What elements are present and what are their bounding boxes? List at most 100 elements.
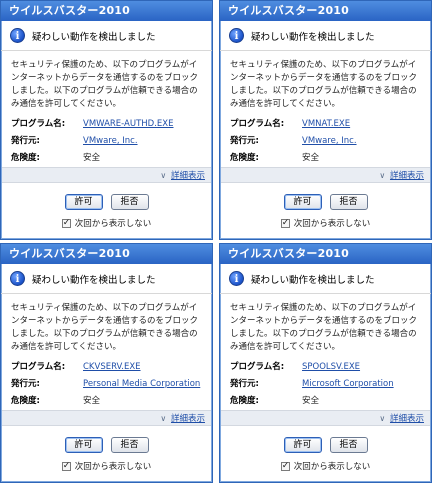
- program-label: プログラム名:: [11, 119, 66, 129]
- chevron-down-icon: ∨: [379, 171, 386, 180]
- risk-value: 安全: [302, 153, 320, 163]
- publisher-row: 発行元: Personal Media Corporation: [11, 376, 204, 393]
- alert-header: i 疑わしい動作を検出しました: [220, 264, 431, 294]
- dialog-title: ウイルスバスター2010: [220, 244, 431, 264]
- details-link[interactable]: 詳細表示: [171, 414, 205, 424]
- checkbox-checked-icon[interactable]: ✓: [280, 218, 290, 228]
- program-row: プログラム名: CKVSERV.EXE: [11, 359, 204, 376]
- publisher-label: 発行元:: [230, 136, 259, 146]
- publisher-label: 発行元:: [230, 379, 259, 389]
- publisher-link[interactable]: Microsoft Corporation: [302, 378, 394, 391]
- details-bar[interactable]: ∨ 詳細表示: [2, 410, 211, 426]
- dont-show-checkbox-row[interactable]: ✓ 次回から表示しない: [220, 217, 431, 229]
- dont-show-checkbox-row[interactable]: ✓ 次回から表示しない: [1, 217, 212, 229]
- button-row: 許可 拒否: [1, 194, 212, 210]
- dialog-body: セキュリティ保護のため、以下のプログラムがインターネットからデータを通信するのを…: [220, 51, 431, 167]
- publisher-label: 発行元:: [11, 379, 40, 389]
- button-row: 許可 拒否: [1, 437, 212, 453]
- risk-label: 危険度:: [230, 153, 259, 163]
- risk-row: 危険度: 安全: [230, 150, 423, 167]
- risk-label: 危険度:: [11, 153, 40, 163]
- checkbox-checked-icon[interactable]: ✓: [61, 461, 71, 471]
- dialog-title: ウイルスバスター2010: [1, 1, 212, 21]
- dialog-body: セキュリティ保護のため、以下のプログラムがインターネットからデータを通信するのを…: [1, 51, 212, 167]
- risk-row: 危険度: 安全: [11, 150, 204, 167]
- risk-value: 安全: [83, 153, 101, 163]
- checkbox-checked-icon[interactable]: ✓: [61, 218, 71, 228]
- chevron-down-icon: ∨: [160, 414, 167, 423]
- program-label: プログラム名:: [11, 362, 66, 372]
- risk-value: 安全: [83, 396, 101, 406]
- details-bar[interactable]: ∨ 詳細表示: [221, 167, 430, 183]
- dont-show-checkbox-row[interactable]: ✓ 次回から表示しない: [220, 460, 431, 472]
- info-icon: i: [10, 271, 25, 286]
- publisher-row: 発行元: VMware, Inc.: [230, 133, 423, 150]
- alert-text: 疑わしい動作を検出しました: [251, 31, 375, 43]
- message-text: セキュリティ保護のため、以下のプログラムがインターネットからデータを通信するのを…: [11, 303, 199, 352]
- security-alert-dialog: ウイルスバスター2010 i 疑わしい動作を検出しました セキュリティ保護のため…: [219, 243, 432, 483]
- allow-button[interactable]: 許可: [283, 194, 322, 210]
- details-link[interactable]: 詳細表示: [171, 171, 205, 181]
- alert-text: 疑わしい動作を検出しました: [32, 31, 156, 43]
- publisher-row: 発行元: Microsoft Corporation: [230, 376, 423, 393]
- dialog-body: セキュリティ保護のため、以下のプログラムがインターネットからデータを通信するのを…: [1, 294, 212, 410]
- program-row: プログラム名: VMWARE-AUTHD.EXE: [11, 116, 204, 133]
- deny-button[interactable]: 拒否: [329, 437, 368, 453]
- program-link[interactable]: CKVSERV.EXE: [83, 361, 141, 374]
- details-link[interactable]: 詳細表示: [390, 414, 424, 424]
- program-link[interactable]: VMNAT.EXE: [302, 118, 350, 131]
- program-label: プログラム名:: [230, 119, 285, 129]
- dialog-grid: ウイルスバスター2010 i 疑わしい動作を検出しました セキュリティ保護のため…: [0, 0, 434, 486]
- button-row: 許可 拒否: [220, 437, 431, 453]
- info-icon: i: [229, 28, 244, 43]
- details-link[interactable]: 詳細表示: [390, 171, 424, 181]
- alert-header: i 疑わしい動作を検出しました: [1, 21, 212, 51]
- dont-show-checkbox-row[interactable]: ✓ 次回から表示しない: [1, 460, 212, 472]
- checkbox-label: 次回から表示しない: [293, 462, 371, 472]
- chevron-down-icon: ∨: [379, 414, 386, 423]
- button-row: 許可 拒否: [220, 194, 431, 210]
- risk-label: 危険度:: [230, 396, 259, 406]
- program-row: プログラム名: VMNAT.EXE: [230, 116, 423, 133]
- deny-button[interactable]: 拒否: [110, 437, 149, 453]
- publisher-row: 発行元: VMware, Inc.: [11, 133, 204, 150]
- message-text: セキュリティ保護のため、以下のプログラムがインターネットからデータを通信するのを…: [230, 303, 418, 352]
- program-row: プログラム名: SPOOLSV.EXE: [230, 359, 423, 376]
- publisher-link[interactable]: Personal Media Corporation: [83, 378, 200, 391]
- publisher-link[interactable]: VMware, Inc.: [83, 135, 138, 148]
- alert-text: 疑わしい動作を検出しました: [251, 274, 375, 286]
- chevron-down-icon: ∨: [160, 171, 167, 180]
- publisher-label: 発行元:: [11, 136, 40, 146]
- info-icon: i: [229, 271, 244, 286]
- allow-button[interactable]: 許可: [64, 437, 103, 453]
- program-link[interactable]: VMWARE-AUTHD.EXE: [83, 118, 174, 131]
- message-text: セキュリティ保護のため、以下のプログラムがインターネットからデータを通信するのを…: [230, 60, 418, 109]
- details-bar[interactable]: ∨ 詳細表示: [2, 167, 211, 183]
- checkbox-label: 次回から表示しない: [293, 219, 371, 229]
- message-text: セキュリティ保護のため、以下のプログラムがインターネットからデータを通信するのを…: [11, 60, 199, 109]
- risk-value: 安全: [302, 396, 320, 406]
- alert-text: 疑わしい動作を検出しました: [32, 274, 156, 286]
- deny-button[interactable]: 拒否: [110, 194, 149, 210]
- security-alert-dialog: ウイルスバスター2010 i 疑わしい動作を検出しました セキュリティ保護のため…: [219, 0, 432, 240]
- allow-button[interactable]: 許可: [283, 437, 322, 453]
- program-link[interactable]: SPOOLSV.EXE: [302, 361, 360, 374]
- checkbox-checked-icon[interactable]: ✓: [280, 461, 290, 471]
- risk-row: 危険度: 安全: [230, 393, 423, 410]
- checkbox-label: 次回から表示しない: [74, 462, 152, 472]
- alert-header: i 疑わしい動作を検出しました: [1, 264, 212, 294]
- risk-label: 危険度:: [11, 396, 40, 406]
- risk-row: 危険度: 安全: [11, 393, 204, 410]
- security-alert-dialog: ウイルスバスター2010 i 疑わしい動作を検出しました セキュリティ保護のため…: [0, 0, 213, 240]
- allow-button[interactable]: 許可: [64, 194, 103, 210]
- alert-header: i 疑わしい動作を検出しました: [220, 21, 431, 51]
- publisher-link[interactable]: VMware, Inc.: [302, 135, 357, 148]
- dialog-title: ウイルスバスター2010: [1, 244, 212, 264]
- dialog-title: ウイルスバスター2010: [220, 1, 431, 21]
- details-bar[interactable]: ∨ 詳細表示: [221, 410, 430, 426]
- deny-button[interactable]: 拒否: [329, 194, 368, 210]
- program-label: プログラム名:: [230, 362, 285, 372]
- security-alert-dialog: ウイルスバスター2010 i 疑わしい動作を検出しました セキュリティ保護のため…: [0, 243, 213, 483]
- dialog-body: セキュリティ保護のため、以下のプログラムがインターネットからデータを通信するのを…: [220, 294, 431, 410]
- info-icon: i: [10, 28, 25, 43]
